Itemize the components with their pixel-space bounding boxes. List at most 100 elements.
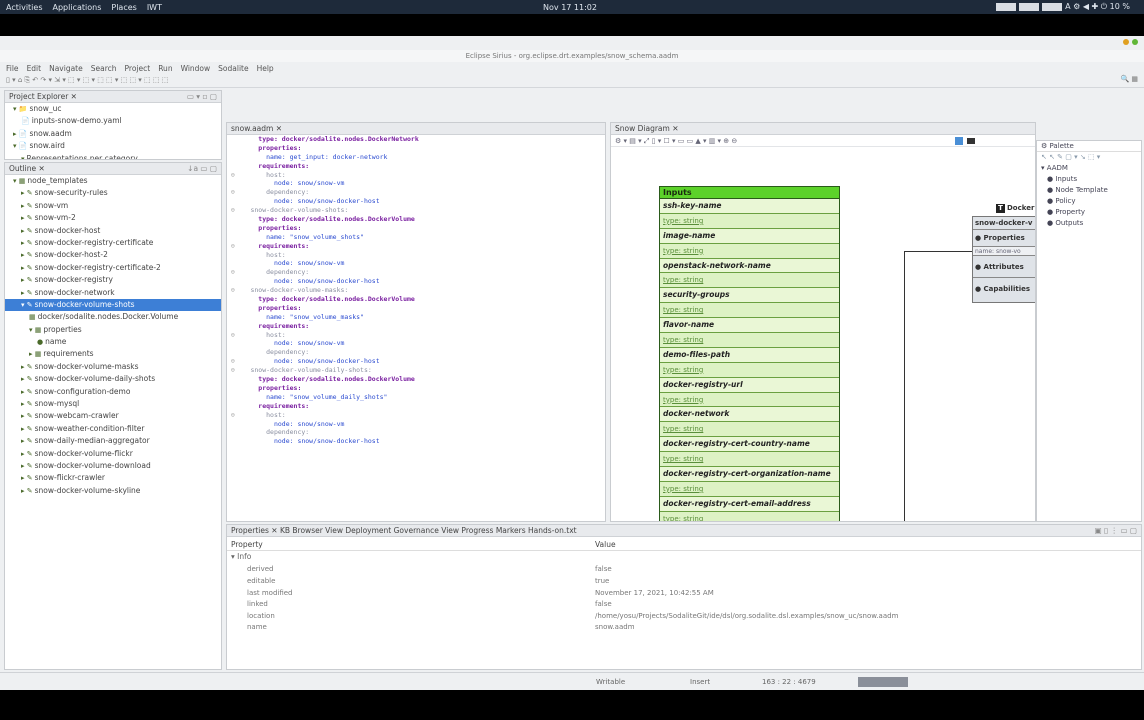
- input-name[interactable]: docker-registry-url: [660, 378, 839, 393]
- outline-tree-item[interactable]: ▸ ✎ snow-docker-network: [5, 287, 221, 299]
- fold-marker[interactable]: ⊖: [231, 206, 235, 215]
- outline-tree-item[interactable]: ▸ ✎ snow-flickr-crawler: [5, 472, 221, 484]
- project-tree-item[interactable]: ▸ 📄 snow.aadm: [5, 128, 221, 140]
- outline-tree-item[interactable]: ▸ ✎ snow-mysql: [5, 398, 221, 410]
- input-type[interactable]: type: string: [660, 511, 839, 521]
- places-menu[interactable]: Places: [111, 3, 136, 12]
- input-name[interactable]: image-name: [660, 229, 839, 244]
- property-row[interactable]: derived false: [227, 563, 1141, 575]
- tab-outline[interactable]: Outline ✕ ↓a ▭ ▢: [5, 163, 221, 175]
- outline-tree-item[interactable]: ▸ ✎ snow-security-rules: [5, 187, 221, 199]
- outline-tree-item[interactable]: ▸ ✎ snow-docker-volume-download: [5, 460, 221, 472]
- properties-group-info[interactable]: ▾ Info: [227, 551, 1141, 563]
- input-type[interactable]: type: string: [660, 452, 839, 468]
- bottom-tabs[interactable]: Properties ✕ KB Browser View Deployment …: [227, 525, 1141, 537]
- property-row[interactable]: last modified November 17, 2021, 10:42:55…: [227, 587, 1141, 599]
- node-capabilities-section[interactable]: ● Capabilities: [973, 278, 1035, 302]
- tab-project-explorer[interactable]: Project Explorer ✕ ▭ ▾ ▫ ▢: [5, 91, 221, 103]
- clock[interactable]: Nov 17 11:02: [440, 3, 700, 12]
- property-row[interactable]: location/home/yosu/Projects/SodaliteGit/…: [227, 610, 1141, 622]
- menu-run[interactable]: Run: [158, 64, 172, 73]
- input-name[interactable]: openstack-network-name: [660, 259, 839, 274]
- menu-sodalite[interactable]: Sodalite: [218, 64, 248, 73]
- outline-tree-item[interactable]: ▸ ✎ snow-docker-volume-masks: [5, 361, 221, 373]
- node-snow-docker-volume[interactable]: snow-docker-v ● Properties name: snow-vo…: [972, 216, 1035, 303]
- fold-marker[interactable]: ⊖: [231, 286, 235, 295]
- menu-file[interactable]: File: [6, 64, 19, 73]
- palette-item[interactable]: ▾ AADM: [1037, 163, 1141, 174]
- palette-item[interactable]: ● Outputs: [1037, 218, 1141, 229]
- view-controls[interactable]: ↓a ▭ ▢: [187, 163, 217, 174]
- property-row[interactable]: editable true: [227, 575, 1141, 587]
- outline-tree-item[interactable]: ▾ ▦ properties: [5, 324, 221, 336]
- fold-marker[interactable]: ⊖: [231, 268, 235, 277]
- fold-marker[interactable]: ⊖: [231, 242, 235, 251]
- project-tree-item[interactable]: 📄 inputs-snow-demo.yaml: [5, 115, 221, 127]
- input-type[interactable]: type: string: [660, 481, 839, 497]
- outline-tree-item[interactable]: ▸ ✎ snow-vm: [5, 200, 221, 212]
- system-status-icons[interactable]: A ⚙ ◀ ✚ ⏻ 10 %: [1065, 2, 1130, 12]
- inputs-container[interactable]: Inputs ssh-key-name type: string image-nam…: [659, 186, 840, 521]
- input-name[interactable]: security-groups: [660, 288, 839, 304]
- outline-tree-item[interactable]: ▸ ✎ snow-webcam-crawler: [5, 410, 221, 422]
- outline-tree-item[interactable]: ▦ docker/sodalite.nodes.Docker.Volume: [5, 311, 221, 323]
- maximize-button[interactable]: [1132, 39, 1138, 45]
- diagram-toolbar[interactable]: ⚙ ▾ ▤ ▾ ⤢ ▯ ▾ ☐ ▾ ▭ ▭ ▲ ▾ ▥ ▾ ⊕ ⊖: [611, 135, 1035, 147]
- project-tree-item[interactable]: ▾ 📄 snow.aird: [5, 140, 221, 152]
- outline-tree-item[interactable]: ▸ ✎ snow-docker-host-2: [5, 249, 221, 261]
- view-controls[interactable]: ▭ ▾ ▫ ▢: [187, 91, 217, 102]
- input-name[interactable]: docker-registry-cert-organization-name: [660, 467, 839, 482]
- input-name[interactable]: docker-registry-cert-country-name: [660, 437, 839, 453]
- menu-help[interactable]: Help: [257, 64, 274, 73]
- node-properties-section[interactable]: ● Properties: [973, 230, 1035, 247]
- outline-tree-item[interactable]: ▸ ✎ snow-weather-condition-filter: [5, 423, 221, 435]
- activities-menu[interactable]: Activities: [6, 3, 43, 12]
- input-type[interactable]: type: string: [660, 213, 839, 229]
- menu-window[interactable]: Window: [181, 64, 211, 73]
- input-type[interactable]: type: string: [660, 392, 839, 408]
- input-type[interactable]: type: string: [660, 422, 839, 438]
- toolbar-buttons[interactable]: ▯ ▾ ⌂ ⎘ ↶ ↷ ▾ ⇲ ▾ ⬚ ▾ ⬚ ▾ ⬚ ⬚ ▾ ⬚ ⬚ ▾ ⬚ …: [6, 76, 168, 85]
- fold-marker[interactable]: ⊖: [231, 188, 235, 197]
- menu-edit[interactable]: Edit: [27, 64, 42, 73]
- fold-marker[interactable]: ⊖: [231, 357, 235, 366]
- project-tree-item[interactable]: ▾ Representations per category: [5, 153, 221, 159]
- input-type[interactable]: type: string: [660, 273, 839, 289]
- input-name[interactable]: demo-files-path: [660, 348, 839, 363]
- outline-tree-item[interactable]: ▸ ✎ snow-docker-registry-certificate: [5, 237, 221, 249]
- project-tree-item[interactable]: ▾ 📁 snow_uc: [5, 103, 221, 115]
- palette-item[interactable]: ● Inputs: [1037, 174, 1141, 185]
- diagram-canvas[interactable]: Inputs ssh-key-name type: string image-nam…: [611, 147, 1035, 521]
- outline-tree-item[interactable]: ▸ ✎ snow-vm-2: [5, 212, 221, 224]
- fold-marker[interactable]: ⊖: [231, 331, 235, 340]
- applications-menu[interactable]: Applications: [53, 3, 102, 12]
- tab-snow-diagram[interactable]: Snow Diagram ✕: [611, 123, 1035, 135]
- input-type[interactable]: type: string: [660, 243, 839, 259]
- outline-tree-item[interactable]: ▸ ✎ snow-docker-host: [5, 225, 221, 237]
- palette-item[interactable]: ● Property: [1037, 207, 1141, 218]
- app-menu[interactable]: IWT: [147, 3, 162, 12]
- fold-marker[interactable]: ⊖: [231, 411, 235, 420]
- code-area[interactable]: type: docker/sodalite.nodes.DockerNetwor…: [227, 135, 605, 446]
- outline-tree-item[interactable]: ▸ ▦ requirements: [5, 348, 221, 360]
- outline-tree-item[interactable]: ▸ ✎ snow-docker-volume-skyline: [5, 485, 221, 497]
- minimize-button[interactable]: [1123, 39, 1129, 45]
- input-name[interactable]: docker-network: [660, 407, 839, 423]
- input-name[interactable]: docker-registry-cert-email-address: [660, 497, 839, 512]
- fold-marker[interactable]: ⊖: [231, 171, 235, 180]
- input-name[interactable]: flavor-name: [660, 318, 839, 334]
- property-row[interactable]: linked false: [227, 598, 1141, 610]
- view-controls[interactable]: ▣ ▯ ⋮ ▭ ▢: [1095, 525, 1137, 536]
- palette-tools[interactable]: ↖ ↖ ✎ ▢ ▾ ↘ ⬚ ▾: [1037, 152, 1141, 163]
- node-attributes-section[interactable]: ● Attributes: [973, 256, 1035, 278]
- outline-tree-item[interactable]: ▸ ✎ snow-docker-volume-daily-shots: [5, 373, 221, 385]
- outline-tree-item[interactable]: ▸ ✎ snow-configuration-demo: [5, 386, 221, 398]
- menu-search[interactable]: Search: [91, 64, 117, 73]
- menu-project[interactable]: Project: [125, 64, 151, 73]
- outline-tree-item[interactable]: ▸ ✎ snow-daily-median-aggregator: [5, 435, 221, 447]
- menu-navigate[interactable]: Navigate: [49, 64, 83, 73]
- property-row[interactable]: name snow.aadm: [227, 621, 1141, 633]
- outline-tree-item[interactable]: ● name: [5, 336, 221, 348]
- outline-tree-item[interactable]: ▾ ✎ snow-docker-volume-shots: [5, 298, 221, 312]
- outline-tree-item[interactable]: ▾ ▦ node_templates: [5, 175, 221, 187]
